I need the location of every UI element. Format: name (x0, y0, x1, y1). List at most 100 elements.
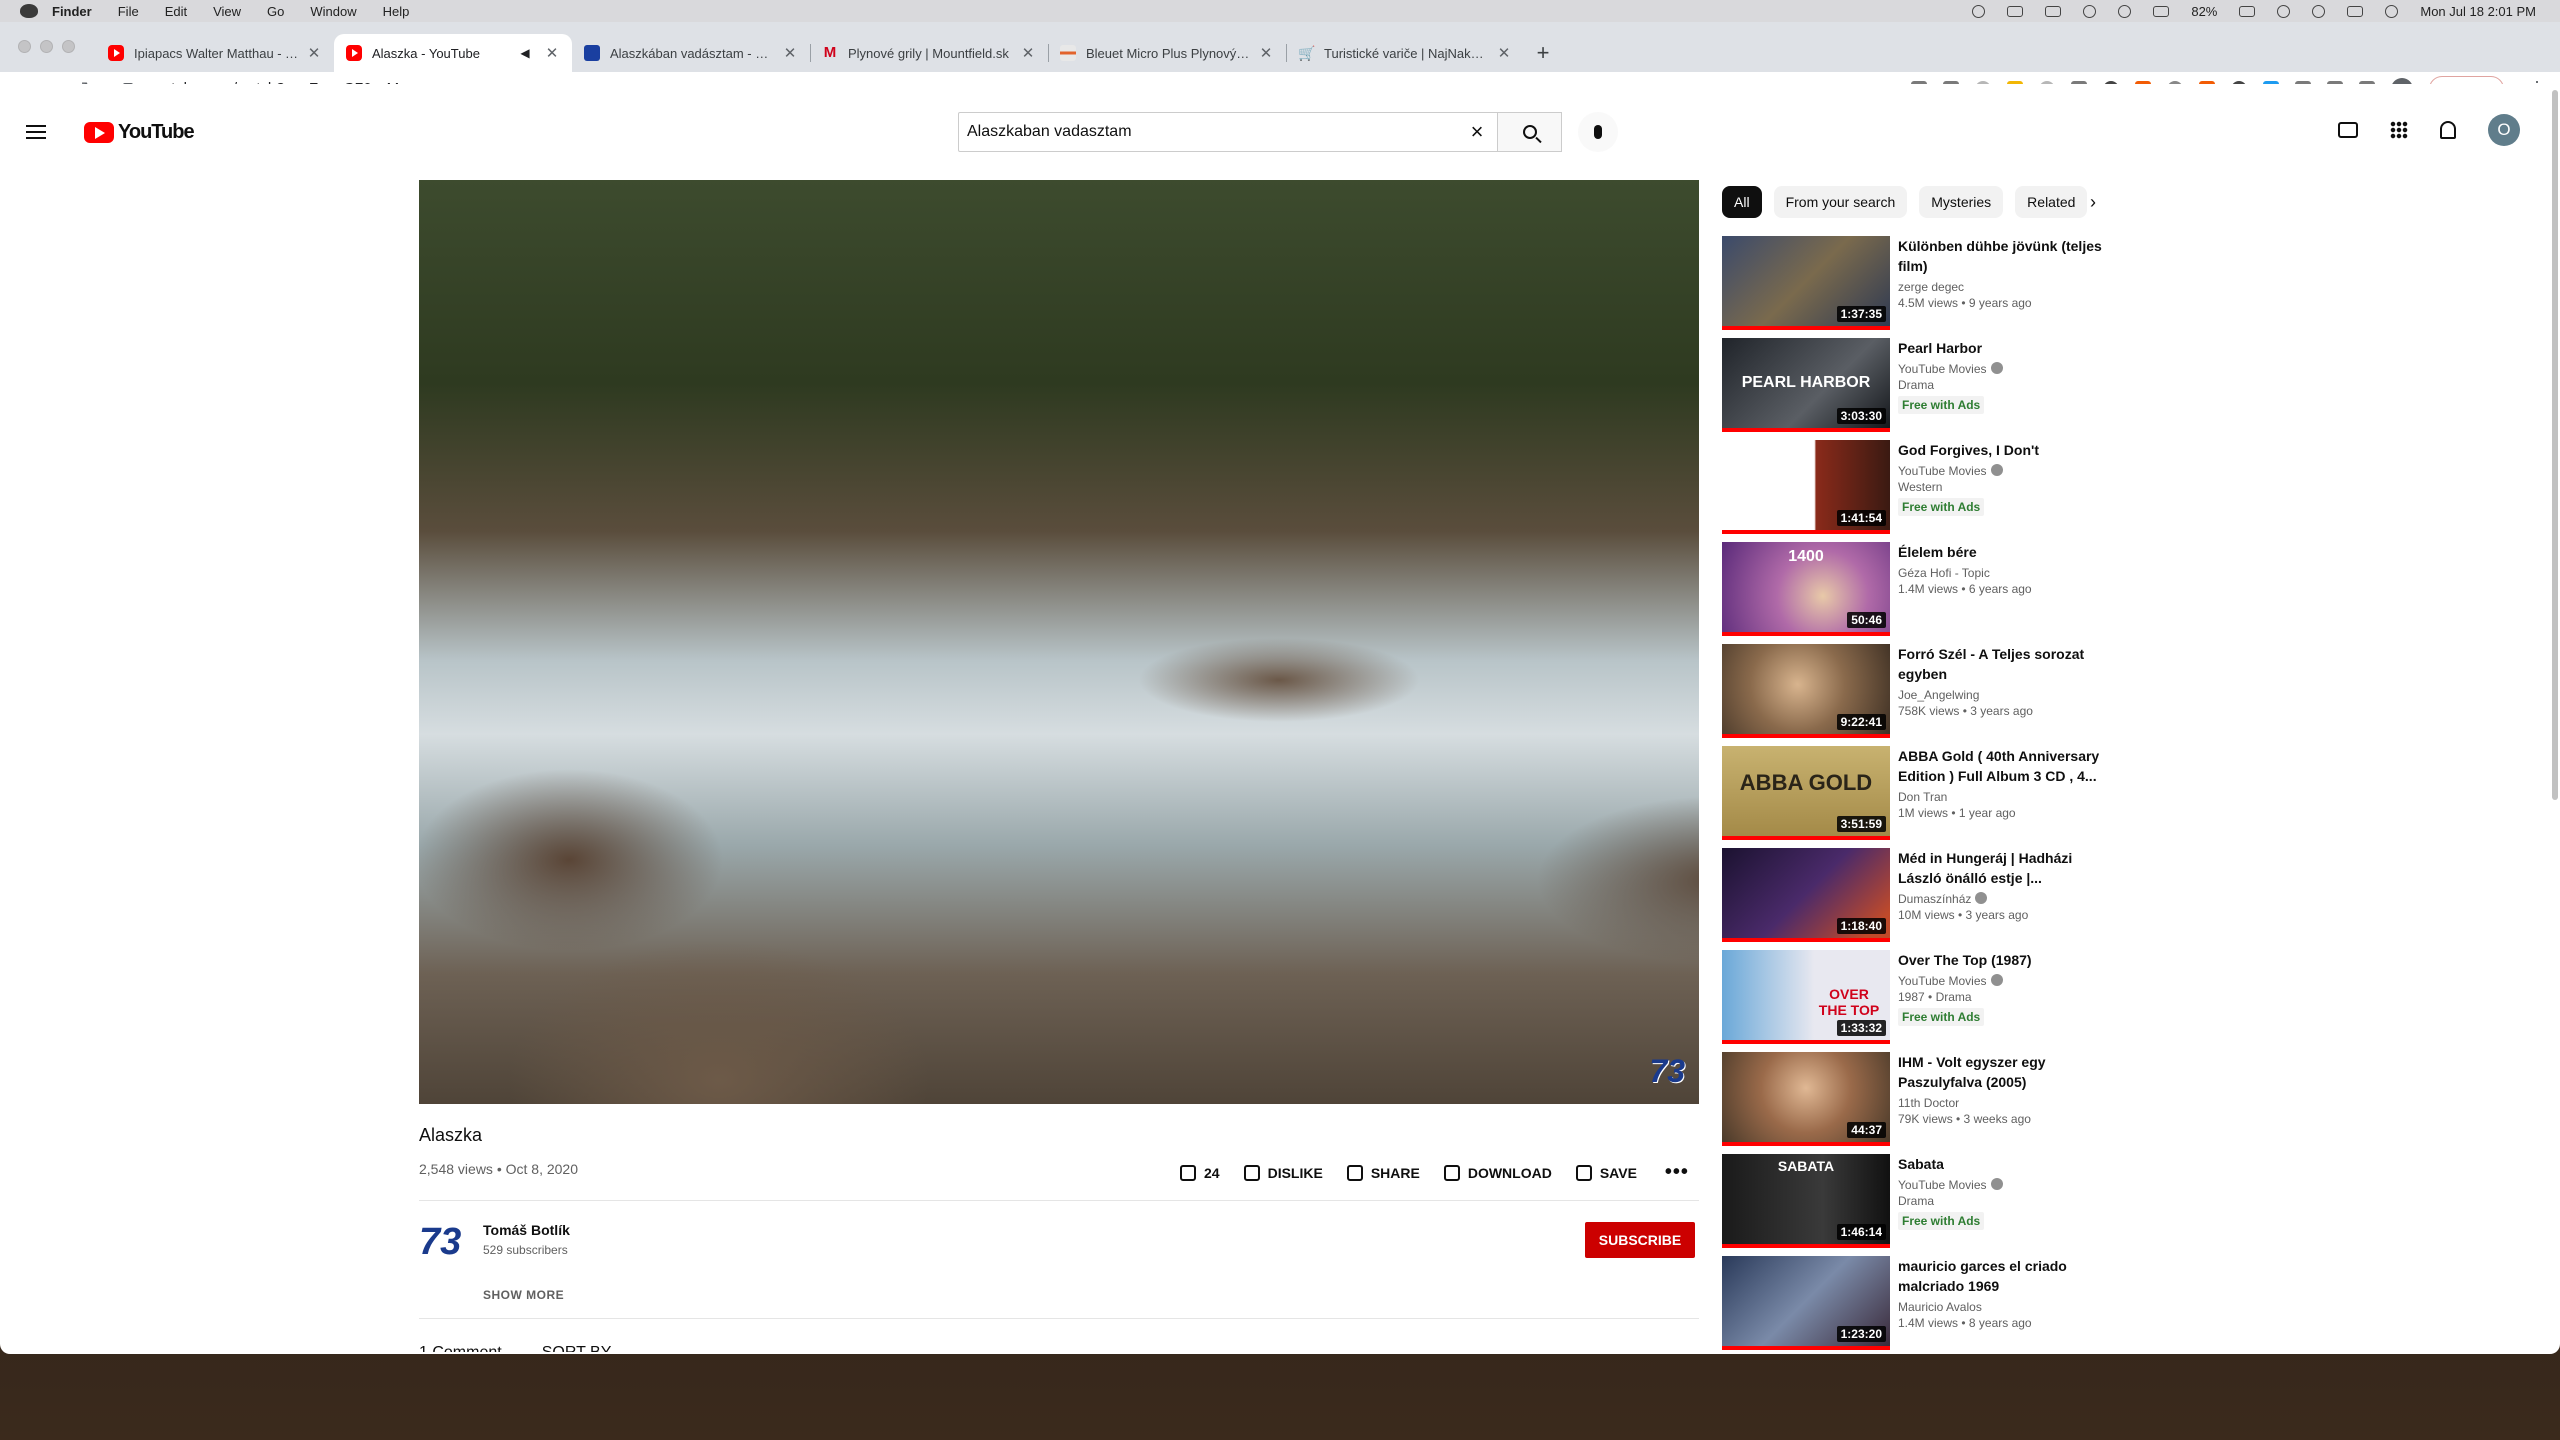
chip-mysteries[interactable]: Mysteries (1919, 186, 2004, 218)
suggested-video-channel[interactable]: Don Tran (1898, 790, 2102, 804)
menu-file[interactable]: File (118, 4, 139, 19)
zoom-window-button[interactable] (62, 40, 75, 53)
video-thumbnail[interactable]: 44:37 (1722, 1052, 1890, 1146)
siri-icon[interactable] (2385, 4, 2399, 18)
menu-help[interactable]: Help (383, 4, 410, 19)
keyboard-icon[interactable] (2045, 5, 2062, 17)
suggested-video-title[interactable]: Élelem bére (1898, 542, 2102, 562)
close-tab-icon[interactable]: ✕ (306, 44, 322, 62)
suggested-video-title[interactable]: Pearl Harbor (1898, 338, 2102, 358)
minimize-window-button[interactable] (40, 40, 53, 53)
chip-related[interactable]: Related (2015, 186, 2088, 218)
suggested-video[interactable]: 1:18:40 Méd in Hungeráj | Hadházi László… (1722, 848, 2102, 950)
suggested-video-title[interactable]: Over The Top (1987) (1898, 950, 2102, 970)
suggested-video-channel[interactable]: Mauricio Avalos (1898, 1300, 2102, 1314)
suggested-video-channel[interactable]: Géza Hofi - Topic (1898, 566, 2102, 580)
close-tab-icon[interactable]: ✕ (1020, 44, 1036, 62)
video-thumbnail[interactable]: OVER THE TOP 1:33:32 (1722, 950, 1890, 1044)
more-actions-icon[interactable]: ••• (1665, 1161, 1689, 1184)
close-tab-icon[interactable]: ✕ (544, 44, 560, 62)
video-thumbnail[interactable]: 9:22:41 (1722, 644, 1890, 738)
channel-name[interactable]: Tomáš Botlík (483, 1222, 570, 1238)
suggested-video[interactable]: 1:37:35 Különben dühbe jövünk (teljes fi… (1722, 236, 2102, 338)
channel-watermark[interactable]: 73 (1649, 1053, 1685, 1090)
suggested-video-title[interactable]: Méd in Hungeráj | Hadházi László önálló … (1898, 848, 2102, 888)
suggested-video[interactable]: 1400 50:46 Élelem bére Géza Hofi - Topic… (1722, 542, 2102, 644)
suggested-video[interactable]: ABBA GOLD 3:51:59 ABBA Gold ( 40th Anniv… (1722, 746, 2102, 848)
close-tab-icon[interactable]: ✕ (1258, 44, 1274, 62)
create-video-icon[interactable] (2338, 122, 2358, 138)
download-button[interactable]: Download (1443, 1164, 1552, 1181)
chip-all[interactable]: All (1722, 186, 1762, 218)
control-center-icon[interactable] (2347, 5, 2364, 17)
suggested-video-title[interactable]: IHM - Volt egyszer egy Paszulyfalva (200… (1898, 1052, 2102, 1092)
menubar-clock[interactable]: Mon Jul 18 2:01 PM (2420, 4, 2536, 19)
tab-mountfield[interactable]: M Plynové grily | Mountfield.sk ✕ (810, 34, 1048, 72)
suggested-video[interactable]: 1:23:20 mauricio garces el criado malcri… (1722, 1256, 2102, 1358)
suggested-video-channel[interactable]: 11th Doctor (1898, 1096, 2102, 1110)
close-tab-icon[interactable]: ✕ (1496, 44, 1512, 62)
video-player[interactable]: 73 (419, 180, 1699, 1104)
display-icon[interactable] (2153, 5, 2170, 17)
close-tab-icon[interactable]: ✕ (782, 44, 798, 62)
suggested-video-title[interactable]: mauricio garces el criado malcriado 1969 (1898, 1256, 2102, 1296)
tab-pdf[interactable]: Alaszkában vadásztam - PDF F ✕ (572, 34, 810, 72)
suggested-video-channel[interactable]: YouTube Movies (1898, 974, 2102, 988)
wifi-icon[interactable] (2277, 4, 2291, 18)
video-thumbnail[interactable]: PEARL HARBOR 3:03:30 (1722, 338, 1890, 432)
apps-grid-icon[interactable] (2390, 121, 2408, 139)
suggested-video[interactable]: SABATA 1:46:14 Sabata YouTube Movies Dra… (1722, 1154, 2102, 1256)
video-thumbnail[interactable]: 1400 50:46 (1722, 542, 1890, 636)
suggested-video-title[interactable]: Különben dühbe jövünk (teljes film) (1898, 236, 2102, 276)
suggested-video-title[interactable]: Sabata (1898, 1154, 2102, 1174)
new-tab-button[interactable]: + (1524, 34, 1562, 72)
suggested-video-channel[interactable]: YouTube Movies (1898, 362, 2102, 376)
menu-edit[interactable]: Edit (165, 4, 187, 19)
video-thumbnail[interactable]: 1:23:20 (1722, 1256, 1890, 1350)
dislike-button[interactable]: Dislike (1243, 1164, 1323, 1181)
video-thumbnail[interactable]: 1:37:35 (1722, 236, 1890, 330)
page-scrollbar[interactable] (2552, 90, 2558, 800)
bluetooth-icon[interactable] (2083, 4, 2097, 18)
show-more-button[interactable]: Show more (483, 1288, 564, 1302)
menu-window[interactable]: Window (310, 4, 356, 19)
clear-search-icon[interactable]: × (1465, 119, 1489, 145)
volume-icon[interactable] (2007, 5, 2024, 17)
tab-bleuet[interactable]: Bleuet Micro Plus Plynový vari ✕ (1048, 34, 1286, 72)
suggested-video-title[interactable]: Forró Szél - A Teljes sorozat egyben (1898, 644, 2102, 684)
tab-alaszka[interactable]: Alaszka - YouTube ◀︎ ✕ (334, 34, 572, 72)
search-input[interactable]: Alaszkaban vadasztam × (958, 112, 1498, 152)
time-machine-icon[interactable] (2118, 4, 2132, 18)
guide-menu-icon[interactable] (26, 125, 46, 139)
suggested-video[interactable]: OVER THE TOP 1:33:32 Over The Top (1987)… (1722, 950, 2102, 1052)
spotlight-search-icon[interactable] (2312, 4, 2326, 18)
youtube-logo[interactable]: YouTube (84, 121, 195, 144)
tab-najnakup[interactable]: 🛒 Turistické variče | NajNakup.sk ✕ (1286, 34, 1524, 72)
video-thumbnail[interactable]: 1:18:40 (1722, 848, 1890, 942)
video-thumbnail[interactable]: 1:41:54 (1722, 440, 1890, 534)
video-thumbnail[interactable]: ABBA GOLD 3:51:59 (1722, 746, 1890, 840)
account-avatar[interactable]: O (2488, 114, 2520, 146)
cloud-icon[interactable] (1972, 4, 1986, 18)
suggested-video[interactable]: PEARL HARBOR 3:03:30 Pearl Harbor YouTub… (1722, 338, 2102, 440)
chevron-right-icon[interactable]: › (2090, 192, 2096, 213)
video-thumbnail[interactable]: SABATA 1:46:14 (1722, 1154, 1890, 1248)
like-button[interactable]: 24 (1180, 1164, 1220, 1181)
apple-menu-icon[interactable] (20, 4, 38, 18)
menu-view[interactable]: View (213, 4, 241, 19)
channel-avatar[interactable]: 73 (419, 1218, 467, 1266)
suggested-video-channel[interactable]: zerge degec (1898, 280, 2102, 294)
subscribe-button[interactable]: Subscribe (1585, 1222, 1695, 1258)
chip-from-your-search[interactable]: From your search (1773, 186, 1908, 218)
suggested-video[interactable]: 1:41:54 God Forgives, I Don't YouTube Mo… (1722, 440, 2102, 542)
voice-search-button[interactable] (1578, 112, 1618, 152)
suggested-video-channel[interactable]: Joe_Angelwing (1898, 688, 2102, 702)
suggested-video-channel[interactable]: Dumaszínház (1898, 892, 2102, 906)
suggested-video-title[interactable]: ABBA Gold ( 40th Anniversary Edition ) F… (1898, 746, 2102, 786)
notifications-bell-icon[interactable] (2440, 121, 2456, 139)
close-window-button[interactable] (18, 40, 31, 53)
suggested-video-channel[interactable]: YouTube Movies (1898, 1178, 2102, 1192)
battery-icon[interactable] (2239, 5, 2256, 17)
suggested-video[interactable]: 44:37 IHM - Volt egyszer egy Paszulyfalv… (1722, 1052, 2102, 1154)
menu-go[interactable]: Go (267, 4, 284, 19)
